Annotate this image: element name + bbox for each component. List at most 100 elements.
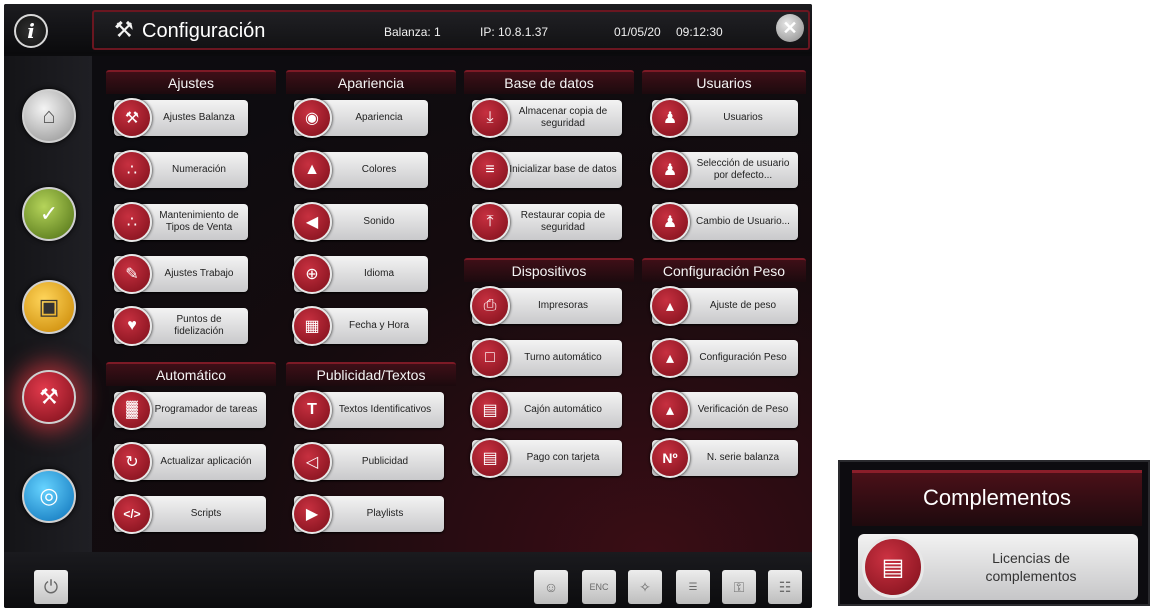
button-label: Ajustes Balanza <box>163 112 235 123</box>
button-label: Textos Identificativos <box>338 404 432 415</box>
megaphone-icon: ◁ <box>292 442 332 482</box>
usuarios-button[interactable]: ♟ Usuarios <box>650 98 798 138</box>
mantenimiento-tipos-venta-button[interactable]: ∴ Mantenimiento de Tipos de Venta <box>112 202 248 242</box>
button-label: Cambio de Usuario... <box>696 216 790 227</box>
key-button[interactable]: ⚿ <box>722 570 756 604</box>
button-label: Restaurar copia de seguridad <box>520 210 606 233</box>
stage: i ⚒ Configuración Balanza: 1 IP: 10.8.1.… <box>0 0 1154 610</box>
pen-icon: ✎ <box>112 254 152 294</box>
device-screen: i ⚒ Configuración Balanza: 1 IP: 10.8.1.… <box>4 4 812 608</box>
colores-button[interactable]: ▲ Colores <box>292 150 428 190</box>
ajustes-trabajo-button[interactable]: ✎ Ajustes Trabajo <box>112 254 248 294</box>
button-label: Usuarios <box>723 112 763 123</box>
button-label: Colores <box>361 164 397 175</box>
config-button[interactable]: ⚒ <box>22 370 76 424</box>
numeracion-button[interactable]: ∴ Numeración <box>112 150 248 190</box>
code-list-button[interactable]: ☰ <box>676 570 710 604</box>
button-label: Mantenimiento de Tipos de Venta <box>159 210 239 233</box>
seleccion-usuario-button[interactable]: ♟ Selección de usuario por defecto... <box>650 150 798 190</box>
document-button[interactable]: ☷ <box>768 570 802 604</box>
key-icon: ⚿ <box>733 578 745 595</box>
close-button[interactable]: ✕ <box>776 14 804 42</box>
info-button[interactable]: i <box>14 14 48 48</box>
text-icon: T <box>292 390 332 430</box>
enc-icon: ENC <box>589 582 609 592</box>
almacenar-copia-button[interactable]: ⤓ Almacenar copia de seguridad <box>470 98 622 138</box>
verificacion-peso-button[interactable]: ▴ Verificación de Peso <box>650 390 798 430</box>
power-button[interactable]: ⏻ <box>34 570 68 604</box>
weight-config-icon: ▴ <box>650 338 690 378</box>
home-icon: ⌂ <box>42 103 56 128</box>
section-apariencia: Apariencia <box>286 70 456 94</box>
fecha-hora-button[interactable]: ▦ Fecha y Hora <box>292 306 428 346</box>
sonido-button[interactable]: ◀ Sonido <box>292 202 428 242</box>
programador-tareas-button[interactable]: ▓ Programador de tareas <box>112 390 266 430</box>
scripts-button[interactable]: </> Scripts <box>112 494 266 534</box>
user-icon: ♟ <box>650 202 690 242</box>
button-label: Fecha y Hora <box>348 320 410 331</box>
eye-icon: ◉ <box>292 98 332 138</box>
play-icon: ▶ <box>292 494 332 534</box>
configuracion-peso-button[interactable]: ▴ Configuración Peso <box>650 338 798 378</box>
textos-identificativos-button[interactable]: T Textos Identificativos <box>292 390 444 430</box>
wifi-button[interactable]: ◎ <box>22 469 76 523</box>
button-label: N. serie balanza <box>706 452 780 463</box>
tools-icon: ⚒ <box>39 384 59 409</box>
sales-types-icon: ∴ <box>112 202 152 242</box>
globe-icon: ⊕ <box>292 254 332 294</box>
section-complementos: Complementos <box>852 470 1142 526</box>
monitor-button[interactable]: ▣ <box>22 280 76 334</box>
restaurar-copia-button[interactable]: ⤒ Restaurar copia de seguridad <box>470 202 622 242</box>
power-icon: ⏻ <box>43 576 59 597</box>
enc-button[interactable]: ENC <box>582 570 616 604</box>
puntos-fidelizacion-button[interactable]: ♥ Puntos de fidelización <box>112 306 248 346</box>
pago-tarjeta-button[interactable]: ▤ Pago con tarjeta <box>470 438 622 478</box>
cajon-automatico-button[interactable]: ▤ Cajón automático <box>470 390 622 430</box>
cambio-usuario-button[interactable]: ♟ Cambio de Usuario... <box>650 202 798 242</box>
button-label: Verificación de Peso <box>697 404 789 415</box>
licencias-complementos-button[interactable]: ▤ Licencias de complementos <box>858 534 1138 600</box>
turn-counter-icon: □ <box>470 338 510 378</box>
weight-check-icon: ▴ <box>650 390 690 430</box>
wand-button[interactable]: ✧ <box>628 570 662 604</box>
playlists-button[interactable]: ▶ Playlists <box>292 494 444 534</box>
inicializar-bd-button[interactable]: ≡ Inicializar base de datos <box>470 150 622 190</box>
printer-icon: ⎙ <box>470 286 510 326</box>
left-rail: ⌂ ✓ ▣ ⚒ ◎ <box>4 56 92 552</box>
user-support-button[interactable]: ☺ <box>534 570 568 604</box>
apariencia-button[interactable]: ◉ Apariencia <box>292 98 428 138</box>
actualizar-aplicacion-button[interactable]: ↻ Actualizar aplicación <box>112 442 266 482</box>
idioma-button[interactable]: ⊕ Idioma <box>292 254 428 294</box>
home-button[interactable]: ⌂ <box>22 89 76 143</box>
cash-drawer-icon: ▤ <box>470 390 510 430</box>
drop-icon: ▲ <box>292 150 332 190</box>
button-label: Apariencia <box>355 112 403 123</box>
button-label: Impresoras <box>537 300 588 311</box>
button-label: Ajuste de peso <box>709 300 777 311</box>
tools-icon: ⚒ <box>112 98 152 138</box>
button-label: Inicializar base de datos <box>509 164 617 175</box>
button-label: Almacenar copia de seguridad <box>518 106 608 129</box>
publicidad-button[interactable]: ◁ Publicidad <box>292 442 444 482</box>
ajuste-peso-button[interactable]: ▴ Ajuste de peso <box>650 286 798 326</box>
weight-icon: ▴ <box>650 286 690 326</box>
date-status: 01/05/20 <box>614 25 661 39</box>
license-icon: ▤ <box>862 536 924 598</box>
button-label: Sonido <box>363 216 395 227</box>
heart-icon: ♥ <box>112 306 152 346</box>
button-label: Cajón automático <box>524 404 602 415</box>
user-icon: ☺ <box>543 579 559 595</box>
user-icon: ♟ <box>650 150 690 190</box>
code-icon: </> <box>112 494 152 534</box>
ip-status: IP: 10.8.1.37 <box>480 25 549 39</box>
ajustes-balanza-button[interactable]: ⚒ Ajustes Balanza <box>112 98 248 138</box>
turno-automatico-button[interactable]: □ Turno automático <box>470 338 622 378</box>
monitor-icon: ▣ <box>38 294 60 319</box>
database-icon: ≡ <box>470 150 510 190</box>
button-label: Pago con tarjeta <box>526 452 600 463</box>
button-label: Ajustes Trabajo <box>164 268 234 279</box>
check-button[interactable]: ✓ <box>22 187 76 241</box>
numero-serie-button[interactable]: Nº N. serie balanza <box>650 438 798 478</box>
balanza-status: Balanza: 1 <box>384 25 441 39</box>
impresoras-button[interactable]: ⎙ Impresoras <box>470 286 622 326</box>
